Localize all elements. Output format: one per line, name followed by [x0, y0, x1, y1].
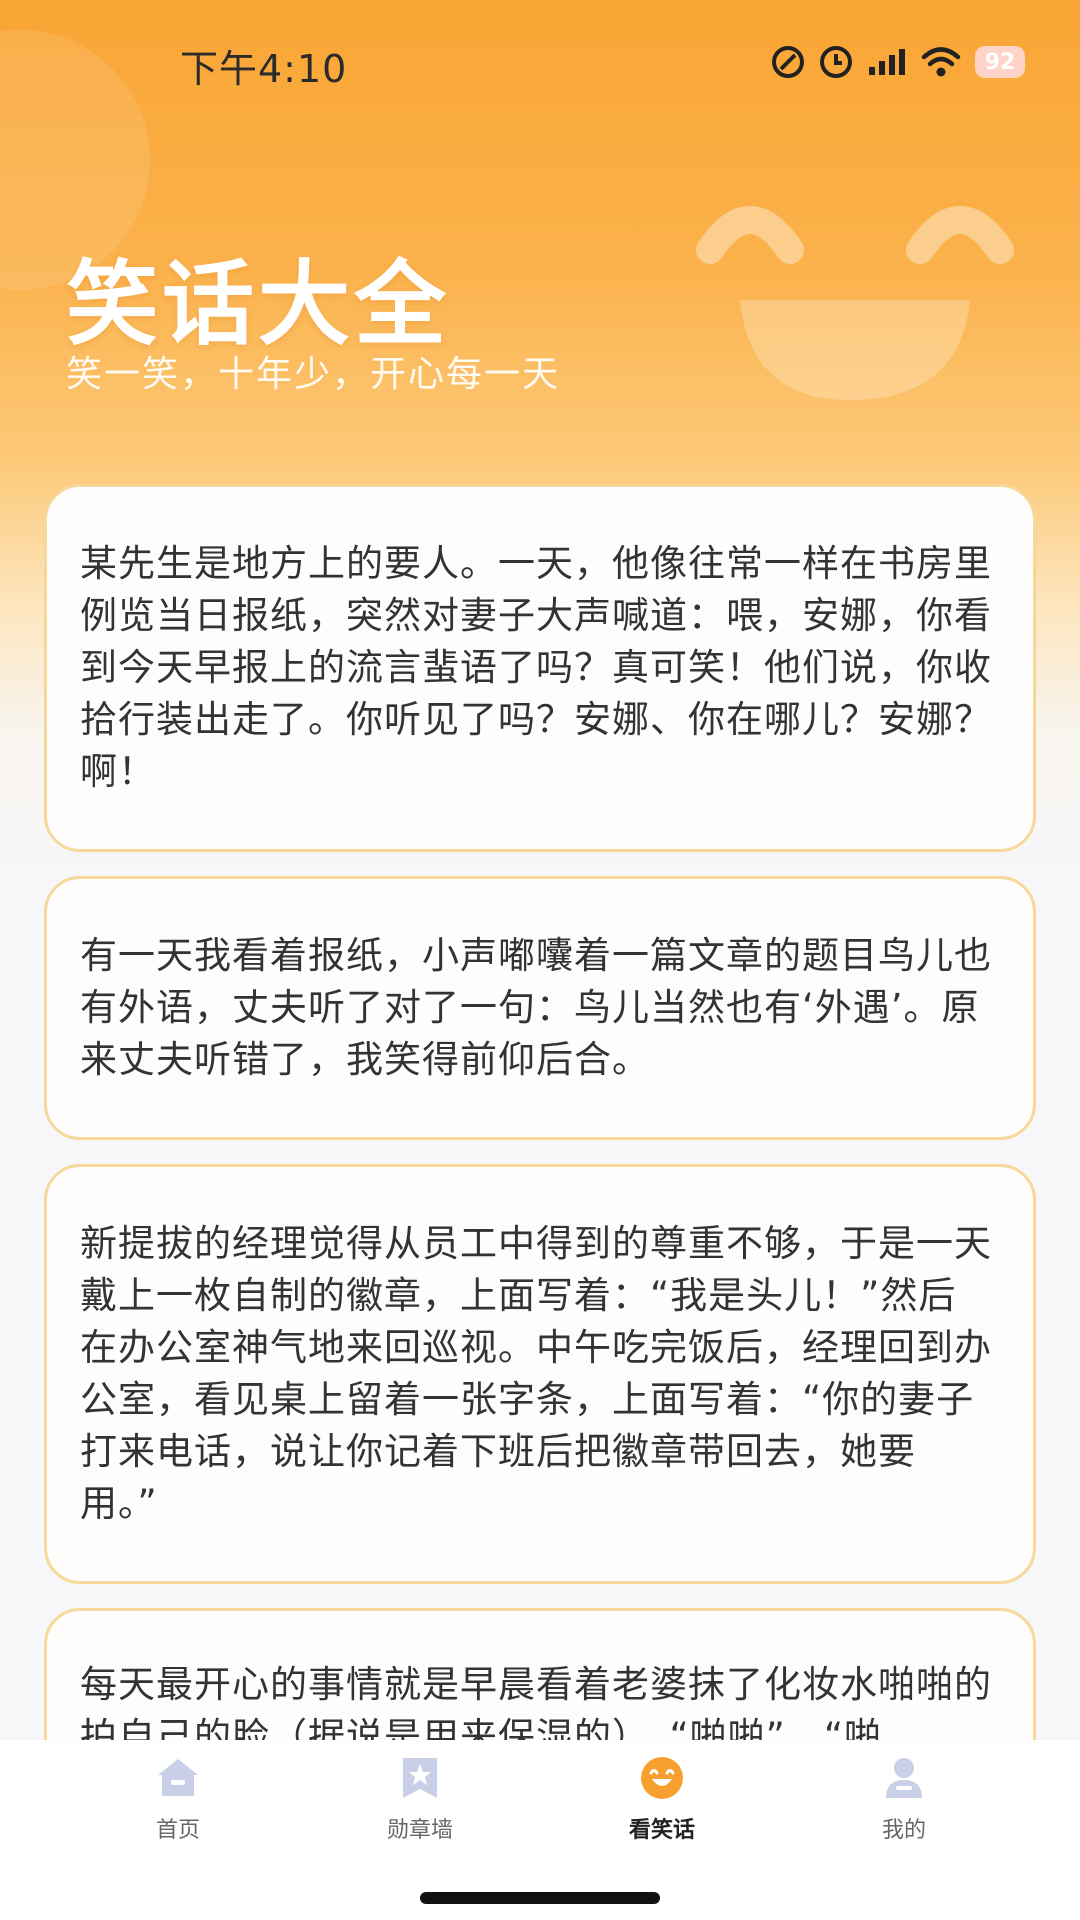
tab-badge-wall[interactable]: 勋章墙: [320, 1754, 520, 1864]
status-time: 下午4:10: [180, 47, 348, 91]
joke-card[interactable]: 某先生是地方上的要人。一天，他像往常一样在书房里例览当日报纸，突然对妻子大声喊道…: [44, 484, 1036, 852]
page-subtitle: 笑一笑，十年少，开心每一天: [66, 354, 561, 395]
tab-label: 我的: [881, 1818, 926, 1843]
tab-jokes[interactable]: 看笑话: [562, 1754, 762, 1864]
status-bar: 下午4:10 92: [0, 0, 1080, 120]
signal-icon: [869, 49, 905, 75]
page-title: 笑话大全: [66, 251, 451, 358]
tab-home[interactable]: 首页: [78, 1754, 278, 1864]
screen: 下午4:10 92 笑话大全 笑一笑，十年少，开心每一天 某先生是地方上的要人。…: [0, 0, 1080, 1920]
tab-mine[interactable]: 我的: [804, 1754, 1004, 1864]
tab-label: 首页: [155, 1818, 200, 1843]
joke-card[interactable]: 新提拔的经理觉得从员工中得到的尊重不够，于是一天戴上一枚自制的徽章，上面写着：“…: [44, 1164, 1036, 1584]
joke-text: 新提拔的经理觉得从员工中得到的尊重不够，于是一天戴上一枚自制的徽章，上面写着：“…: [80, 1222, 992, 1525]
joke-text: 某先生是地方上的要人。一天，他像往常一样在书房里例览当日报纸，突然对妻子大声喊道…: [80, 542, 992, 793]
alarm-icon: [820, 46, 852, 78]
status-icons: 92: [771, 42, 1025, 82]
home-icon: [154, 1754, 202, 1802]
tab-label: 看笑话: [628, 1818, 695, 1843]
smiley-decor-icon: [696, 206, 1014, 400]
wifi-icon: [921, 47, 961, 77]
badge-icon: [396, 1754, 444, 1802]
home-indicator[interactable]: [420, 1892, 660, 1904]
battery-icon: 92: [975, 46, 1025, 78]
joke-card[interactable]: 有一天我看着报纸，小声嘟囔着一篇文章的题目鸟儿也有外语，丈夫听了对了一句：鸟儿当…: [44, 876, 1036, 1140]
laugh-face-icon: [638, 1754, 686, 1802]
joke-list[interactable]: 某先生是地方上的要人。一天，他像往常一样在书房里例览当日报纸，突然对妻子大声喊道…: [44, 484, 1036, 1832]
joke-text: 有一天我看着报纸，小声嘟囔着一篇文章的题目鸟儿也有外语，丈夫听了对了一句：鸟儿当…: [80, 934, 992, 1081]
tab-label: 勋章墙: [386, 1818, 453, 1843]
user-icon: [880, 1754, 928, 1802]
do-not-disturb-icon: [772, 46, 804, 78]
